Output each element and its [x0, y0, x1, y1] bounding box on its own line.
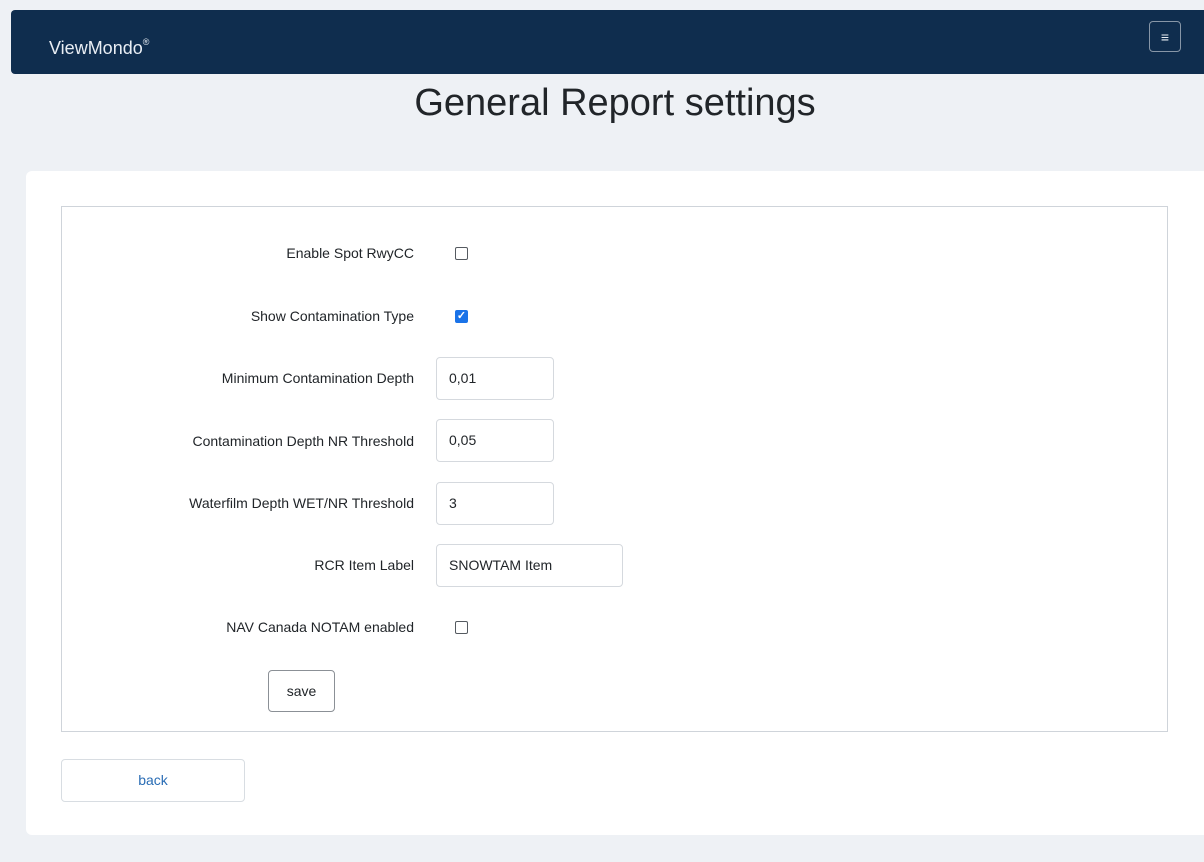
- rcr-item-label-input[interactable]: SNOWTAM Item: [436, 544, 623, 587]
- settings-card: Enable Spot RwyCC Show Contamination Typ…: [26, 171, 1204, 835]
- show-contamination-type-checkbox[interactable]: ✓: [455, 310, 468, 323]
- minimum-contamination-depth-label: Minimum Contamination Depth: [221, 370, 414, 386]
- hamburger-menu-icon: ≡: [1160, 28, 1170, 45]
- waterfilm-depth-threshold-input[interactable]: 3: [436, 482, 554, 525]
- enable-spot-rwycc-label: Enable Spot RwyCC: [286, 245, 414, 261]
- top-navbar: ViewMondo® ≡: [11, 10, 1204, 74]
- show-contamination-type-label: Show Contamination Type: [250, 308, 414, 324]
- registered-mark: ®: [142, 37, 150, 47]
- contamination-depth-nr-threshold-label: Contamination Depth NR Threshold: [192, 433, 414, 449]
- brand-logo[interactable]: ViewMondo®: [49, 33, 149, 59]
- contamination-depth-nr-threshold-input[interactable]: 0,05: [436, 419, 554, 462]
- minimum-contamination-depth-input[interactable]: 0,01: [436, 357, 554, 400]
- save-button[interactable]: save: [268, 670, 335, 712]
- nav-canada-notam-label: NAV Canada NOTAM enabled: [226, 619, 414, 635]
- nav-canada-notam-checkbox[interactable]: [455, 621, 468, 634]
- rcr-item-label-label: RCR Item Label: [314, 557, 414, 573]
- brand-name: ViewMondo: [49, 38, 143, 58]
- waterfilm-depth-threshold-label: Waterfilm Depth WET/NR Threshold: [189, 495, 414, 511]
- menu-toggle-button[interactable]: ≡: [1149, 21, 1181, 52]
- back-button[interactable]: back: [61, 759, 245, 802]
- enable-spot-rwycc-checkbox[interactable]: [455, 247, 468, 260]
- settings-form: Enable Spot RwyCC Show Contamination Typ…: [61, 206, 1168, 732]
- page-title: General Report settings: [414, 82, 816, 124]
